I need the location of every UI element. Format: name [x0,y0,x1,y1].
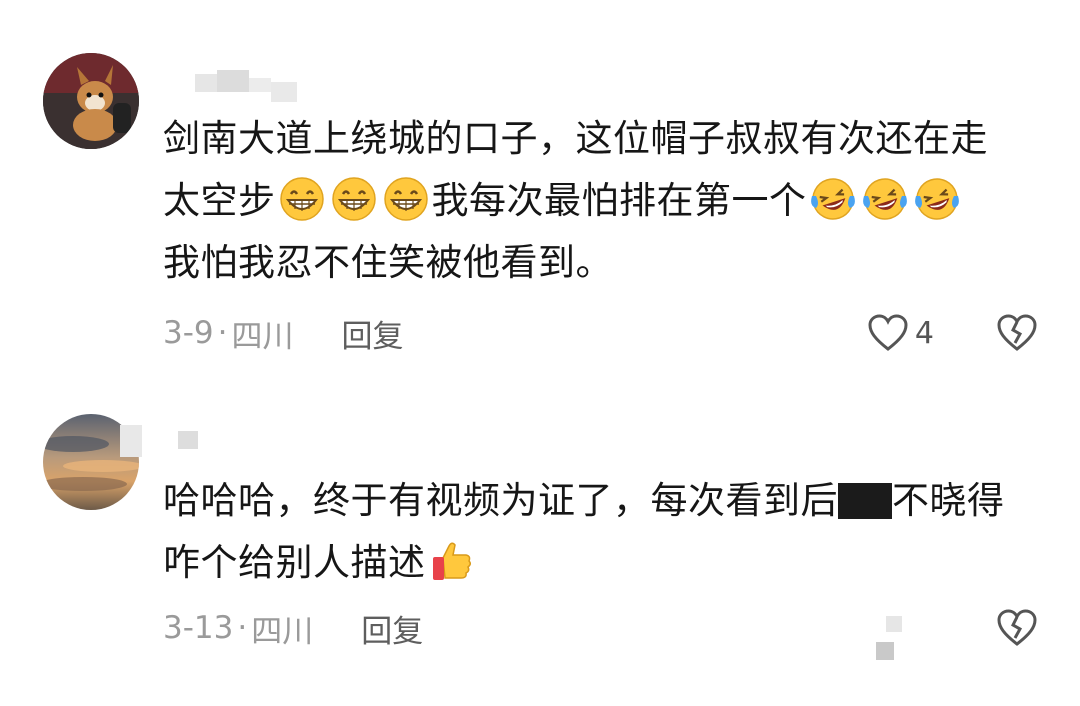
username-redacted[interactable] [120,425,198,459]
comment-text: 剑南大道上绕城的口子，这位帽子叔叔有次还在走 太空步 我每次最怕排在第一个 我怕我… [163,108,1043,294]
comment-line: 太空步 我每次最怕排在第一个 [163,170,1043,232]
separator: · [217,315,228,351]
dislike-button[interactable] [996,608,1038,648]
comment-date: 3-13 [163,610,234,646]
broken-heart-icon [997,314,1037,351]
laughing-crying-face-icon [810,176,856,222]
grinning-face-icon [279,176,325,222]
heart-icon [868,314,908,351]
thumbs-up-icon [429,538,475,584]
comment-location: 四川 [251,613,314,650]
comment-location: 四川 [231,318,294,355]
reply-button[interactable]: 回复 [361,606,423,651]
dog-avatar-icon [43,53,139,149]
comment-line: 咋个给别人描述 [163,532,1043,594]
comment-meta: 3-13 · 四川 回复 [163,606,423,650]
comment-line: 哈哈哈，终于有视频为证了，每次看到后 不晓得 [163,479,1005,522]
comment-actions: 4 [867,311,1038,355]
broken-heart-icon [997,609,1037,646]
separator: · [237,610,248,646]
comment-meta: 3-9 · 四川 回复 [163,311,404,355]
comment-line: 剑南大道上绕城的口子，这位帽子叔叔有次还在走 [163,117,988,160]
comment-date: 3-9 [163,315,214,351]
comment-actions [996,606,1038,650]
laughing-crying-face-icon [914,176,960,222]
reply-button[interactable]: 回复 [342,311,404,356]
redacted-text [838,483,892,519]
redacted-like-count [870,616,902,660]
laughing-crying-face-icon [862,176,908,222]
comment-text: 哈哈哈，终于有视频为证了，每次看到后 不晓得 咋个给别人描述 [163,470,1043,594]
grinning-face-icon [331,176,377,222]
like-count: 4 [914,315,934,351]
avatar[interactable] [43,53,139,149]
dislike-button[interactable] [996,313,1038,353]
comment-line: 我怕我忍不住笑被他看到。 [163,241,613,284]
username-redacted[interactable] [195,70,297,104]
grinning-face-icon [383,176,429,222]
like-button[interactable]: 4 [867,313,934,353]
